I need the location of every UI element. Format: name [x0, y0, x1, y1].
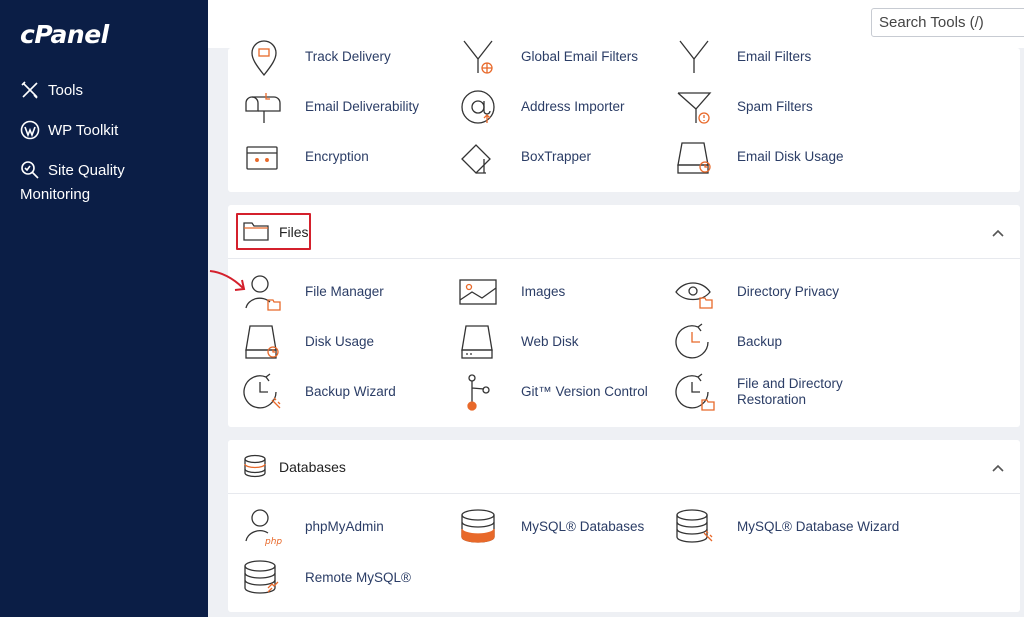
database-icon — [461, 509, 495, 543]
tool-label: Encryption — [305, 149, 369, 164]
tool-label: MySQL® Databases — [521, 519, 645, 534]
boxtrapper-tool[interactable]: BoxTrapper — [458, 137, 591, 177]
tool-label: Web Disk — [521, 334, 579, 349]
remote-mysql-tool[interactable]: Remote MySQL® — [242, 558, 411, 598]
cpanel-logo[interactable]: cPanel — [20, 20, 126, 50]
files-panel: Files File Manager Images Directory Priv… — [228, 205, 1020, 427]
email-disk-usage-tool[interactable]: Email Disk Usage — [674, 137, 844, 177]
mailbox-icon — [245, 93, 281, 123]
mysql-database-wizard-tool[interactable]: MySQL® Database Wizard — [674, 507, 899, 547]
encryption-tool[interactable]: Encryption — [242, 137, 369, 177]
spam-filter-icon — [677, 92, 712, 124]
location-pin-icon — [251, 40, 277, 77]
global-email-filters-tool[interactable]: Global Email Filters — [458, 37, 638, 77]
backup-clock-icon — [675, 323, 709, 359]
tool-label: Email Disk Usage — [737, 149, 844, 164]
file-manager-tool[interactable]: File Manager — [242, 272, 384, 312]
chevron-up-icon[interactable] — [990, 460, 1006, 476]
file-directory-restoration-tool[interactable]: File and Directory Restoration — [674, 372, 857, 412]
filter-icon — [679, 40, 709, 73]
php-badge: php — [264, 537, 282, 547]
sidebar-item-label: Tools — [48, 81, 84, 99]
phpmyadmin-tool[interactable]: php phpMyAdmin — [242, 507, 384, 547]
remote-database-icon — [244, 560, 279, 594]
databases-panel: Databases php phpMyAdmin MySQL® Database… — [228, 440, 1020, 612]
folder-icon — [243, 222, 269, 241]
panel-title: Files — [279, 224, 309, 240]
sidebar-item-label: Site Quality — [48, 161, 125, 179]
sidebar-item-label-continued: Monitoring — [20, 186, 91, 203]
panel-title: Databases — [279, 459, 346, 475]
tool-label: MySQL® Database Wizard — [737, 519, 900, 534]
web-disk-tool[interactable]: Web Disk — [458, 322, 579, 362]
disk-usage-icon — [245, 325, 279, 359]
tool-label: Address Importer — [521, 99, 625, 114]
search-tools-input[interactable] — [871, 8, 1024, 37]
tool-label: Images — [521, 284, 566, 299]
globe-filter-icon — [463, 40, 493, 74]
tool-label: Remote MySQL® — [305, 570, 411, 585]
red-arrow-annotation — [209, 270, 246, 291]
tool-label: Disk Usage — [305, 334, 375, 349]
tool-label: Spam Filters — [737, 99, 813, 114]
tool-label: Track Delivery — [305, 49, 391, 64]
magnifier-icon — [21, 161, 39, 179]
sidebar-item-site-quality[interactable]: Site Quality Monitoring — [20, 160, 125, 203]
track-delivery-tool[interactable]: Track Delivery — [242, 37, 391, 77]
email-filters-tool[interactable]: Email Filters — [674, 37, 811, 77]
sidebar: cPanel Tools WP Toolkit Site Quality Mon… — [0, 0, 208, 617]
sidebar-item-label: WP Toolkit — [48, 121, 119, 139]
lock-box-icon — [246, 146, 278, 170]
images-tool[interactable]: Images — [458, 272, 565, 312]
backup-wizard-tool[interactable]: Backup Wizard — [242, 372, 396, 412]
tool-label: Global Email Filters — [521, 49, 639, 64]
tool-label: Backup Wizard — [305, 384, 396, 399]
restore-clock-icon — [675, 373, 715, 411]
backup-tool[interactable]: Backup — [674, 322, 782, 362]
address-importer-tool[interactable]: Address Importer — [458, 87, 625, 127]
chevron-up-icon[interactable] — [990, 225, 1006, 241]
tool-label: Directory Privacy — [737, 284, 840, 299]
disk-usage-tool[interactable]: Disk Usage — [242, 322, 374, 362]
tool-label: Backup — [737, 334, 783, 349]
backup-wizard-icon — [243, 373, 281, 409]
spam-filters-tool[interactable]: Spam Filters — [674, 87, 813, 127]
disk-usage-icon — [677, 142, 711, 174]
php-user-icon: php — [245, 509, 282, 547]
git-version-control-tool[interactable]: Git™ Version Control — [458, 372, 648, 412]
databases-panel-header[interactable]: Databases — [228, 440, 1020, 494]
sidebar-item-wp-toolkit[interactable]: WP Toolkit — [20, 120, 118, 140]
tool-label: File and Directory Restoration — [737, 376, 843, 407]
logo-text: cPanel — [20, 20, 109, 49]
box-trap-icon — [461, 144, 491, 174]
wordpress-icon — [20, 120, 40, 140]
at-sign-icon — [461, 90, 495, 124]
database-icon — [244, 454, 266, 478]
directory-privacy-tool[interactable]: Directory Privacy — [674, 272, 839, 312]
tool-label: Git™ Version Control — [521, 384, 648, 399]
email-panel: Track Delivery Global Email Filters Emai… — [228, 40, 1020, 192]
eye-folder-icon — [675, 282, 713, 309]
tool-label: File Manager — [305, 284, 384, 299]
tool-label: Email Filters — [737, 49, 812, 64]
sidebar-item-tools[interactable]: Tools — [20, 80, 83, 100]
files-panel-header[interactable]: Files — [228, 205, 1020, 259]
git-branch-icon — [467, 374, 490, 411]
mysql-databases-tool[interactable]: MySQL® Databases — [458, 507, 644, 547]
tool-label: phpMyAdmin — [305, 519, 384, 534]
database-wizard-icon — [676, 509, 713, 543]
image-icon — [459, 279, 497, 305]
tool-label: BoxTrapper — [521, 149, 592, 164]
hard-drive-icon — [461, 325, 493, 359]
tools-icon — [21, 81, 38, 99]
email-deliverability-tool[interactable]: Email Deliverability — [242, 87, 419, 127]
tool-label: Email Deliverability — [305, 99, 420, 114]
